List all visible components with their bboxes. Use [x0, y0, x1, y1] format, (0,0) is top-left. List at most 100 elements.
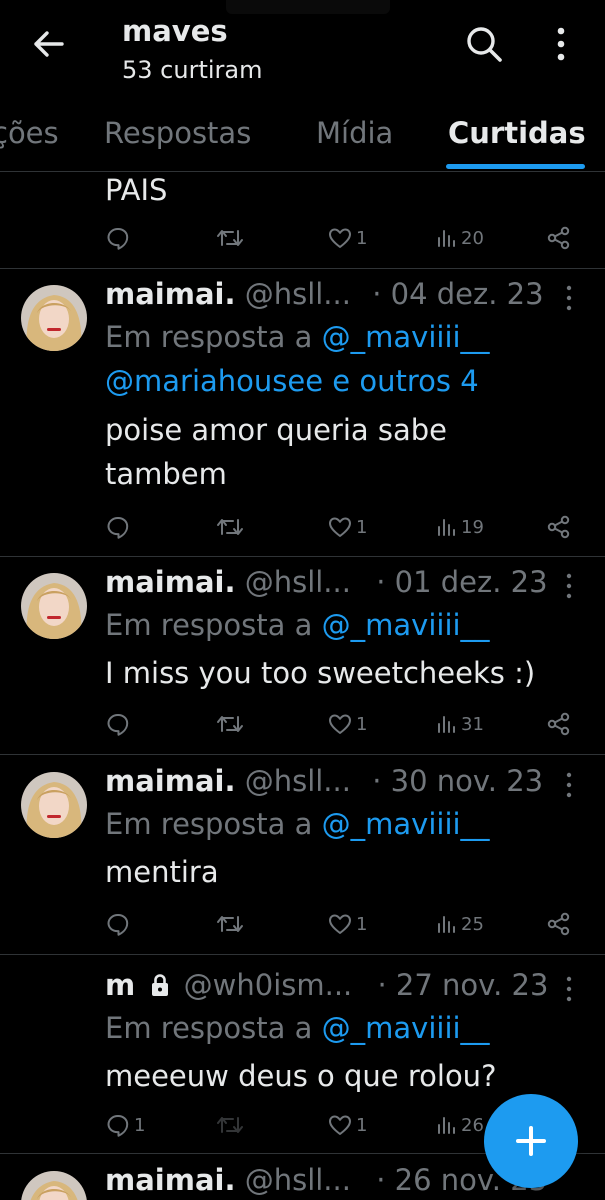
like-button[interactable]: 1	[327, 512, 367, 542]
tweet-actions: 1 20	[105, 223, 575, 253]
tweet-item[interactable]: maimai. @hsll... · 30 nov. 23 Em respost…	[0, 755, 605, 955]
reply-button[interactable]	[105, 709, 134, 739]
tweet-header: maimai. @hsll... · 04 dez. 23	[105, 276, 544, 312]
share-button[interactable]	[546, 512, 572, 542]
back-button[interactable]	[28, 24, 68, 64]
tweet-actions: 1 25	[105, 909, 575, 939]
retweet-button[interactable]	[216, 512, 247, 542]
like-count: 1	[356, 1114, 368, 1136]
reply-count: 1	[134, 1114, 146, 1136]
share-icon	[547, 712, 570, 736]
tweet-item[interactable]: maimai. @hsll... · 04 dez. 23 Em respost…	[0, 269, 605, 557]
author-name[interactable]: maimai.	[105, 1163, 235, 1197]
compose-button[interactable]	[484, 1094, 578, 1188]
views-button[interactable]: 20	[436, 223, 484, 253]
share-button[interactable]	[546, 709, 572, 739]
tweet-date: · 27 nov. 23	[377, 968, 549, 1002]
author-handle[interactable]: @hsll...	[245, 1163, 351, 1197]
tweet-text: PAIS	[105, 173, 168, 207]
lock-icon	[152, 974, 169, 996]
search-icon	[467, 27, 502, 62]
tab-highlights[interactable]: ções	[0, 116, 59, 150]
heart-icon	[329, 714, 351, 734]
author-name[interactable]: maimai.	[105, 764, 235, 798]
author-handle[interactable]: @wh0ism...	[184, 968, 353, 1002]
share-icon	[547, 226, 570, 250]
author-name[interactable]: m	[105, 968, 135, 1002]
retweet-icon	[217, 519, 243, 535]
heart-icon	[329, 517, 351, 537]
author-name[interactable]: maimai.	[105, 565, 235, 599]
like-button[interactable]: 1	[327, 223, 367, 253]
tweet-item[interactable]: PAIS 1 20	[0, 172, 605, 269]
avatar[interactable]	[21, 573, 87, 639]
author-handle[interactable]: @hsll...	[245, 565, 351, 599]
tweet-header: m @wh0ism... · 27 nov. 23	[105, 967, 548, 1003]
reply-button[interactable]	[105, 223, 134, 253]
views-button[interactable]: 31	[436, 709, 484, 739]
author-handle[interactable]: @hsll...	[245, 277, 351, 311]
retweet-button[interactable]	[216, 709, 247, 739]
tweet-text: poise amor queria sabe	[105, 413, 448, 447]
active-tab-indicator	[446, 164, 585, 169]
avatar[interactable]	[21, 1171, 87, 1200]
tweet-text: I miss you too sweetcheeks :)	[105, 656, 536, 690]
author-name[interactable]: maimai.	[105, 277, 235, 311]
reply-context: Em resposta a @_maviiii__	[105, 319, 490, 355]
author-handle[interactable]: @hsll...	[245, 764, 351, 798]
tab-likes[interactable]: Curtidas	[448, 116, 586, 150]
reply-button[interactable]: 1	[105, 1110, 145, 1140]
more-options-button[interactable]	[546, 22, 576, 66]
reply-prefix: Em resposta a	[105, 320, 313, 354]
like-button[interactable]: 1	[327, 1110, 367, 1140]
status-notch	[226, 0, 390, 14]
reply-context: Em resposta a @_maviiii__	[105, 607, 490, 643]
tweet-item[interactable]: maimai. @hsll... · 01 dez. 23 Em respost…	[0, 557, 605, 755]
retweet-button[interactable]	[216, 223, 247, 253]
reply-icon	[107, 517, 129, 539]
like-button[interactable]: 1	[327, 709, 367, 739]
reply-to-link[interactable]: @_maviiii__	[322, 807, 490, 841]
more-vertical-icon	[557, 27, 565, 61]
reply-icon	[107, 714, 129, 736]
view-count: 25	[461, 913, 484, 935]
reply-icon	[107, 228, 129, 250]
more-vertical-icon[interactable]	[562, 283, 576, 313]
share-button[interactable]	[546, 223, 572, 253]
tweet-text: tambem	[105, 457, 227, 491]
tweet-text: mentira	[105, 855, 219, 889]
tweet-header: maimai. @hsll... · 26 nov. 23	[105, 1162, 547, 1198]
like-count: 1	[356, 913, 368, 935]
views-icon	[438, 916, 455, 933]
like-button[interactable]: 1	[327, 909, 367, 939]
reply-to-others-link[interactable]: @mariahousee e outros 4	[105, 363, 479, 399]
reply-prefix: Em resposta a	[105, 1011, 313, 1045]
reply-button[interactable]	[105, 512, 134, 542]
views-icon	[438, 716, 455, 733]
plus-icon	[516, 1126, 546, 1156]
tab-media[interactable]: Mídia	[316, 116, 393, 150]
like-count: 1	[356, 516, 368, 538]
avatar[interactable]	[21, 285, 87, 351]
views-button[interactable]: 25	[436, 909, 484, 939]
reply-to-link[interactable]: @_maviiii__	[322, 608, 490, 642]
tab-replies[interactable]: Respostas	[104, 116, 251, 150]
search-button[interactable]	[462, 22, 506, 66]
avatar[interactable]	[21, 772, 87, 838]
more-vertical-icon[interactable]	[562, 770, 576, 800]
views-button[interactable]: 19	[436, 512, 484, 542]
reply-to-link[interactable]: @_maviiii__	[322, 320, 490, 354]
retweet-button[interactable]	[216, 909, 247, 939]
share-icon	[547, 912, 570, 936]
likes-count-subtitle: 53 curtiram	[122, 56, 263, 84]
more-vertical-icon[interactable]	[562, 571, 576, 601]
top-app-bar: maves 53 curtiram	[0, 0, 605, 100]
share-icon	[547, 515, 570, 539]
reply-button[interactable]	[105, 909, 134, 939]
views-button[interactable]: 26	[436, 1110, 484, 1140]
share-button[interactable]	[546, 909, 572, 939]
reply-to-link[interactable]: @_maviiii__	[322, 1011, 490, 1045]
reply-prefix: Em resposta a	[105, 807, 313, 841]
more-vertical-icon[interactable]	[562, 974, 576, 1004]
view-count: 31	[461, 713, 484, 735]
